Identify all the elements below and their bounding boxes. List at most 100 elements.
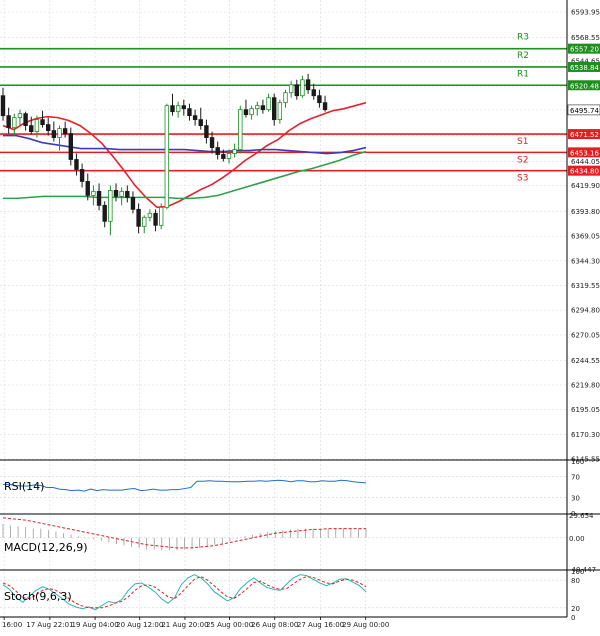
candle-body xyxy=(96,191,102,206)
candle-body xyxy=(12,117,17,129)
y-tick-label: 6270.05 xyxy=(571,331,600,339)
candle-body xyxy=(255,105,260,110)
candle-body xyxy=(181,105,186,110)
candle-body xyxy=(51,130,57,138)
y-tick-label: 6593.95 xyxy=(571,9,600,17)
level-value-s3: 6434.80 xyxy=(570,168,599,176)
y-tick-label: 6568.55 xyxy=(571,34,600,42)
candle-body xyxy=(198,119,203,127)
candle-body xyxy=(147,212,153,218)
macd-title: MACD(12,26,9) xyxy=(4,541,88,554)
stoch-tick-label: 20 xyxy=(571,605,580,613)
level-name-s2: S2 xyxy=(517,155,528,165)
stoch-tick-label: 80 xyxy=(571,577,580,585)
x-tick-label: 25 Aug 00:00 xyxy=(206,621,253,629)
y-tick-label: 6319.55 xyxy=(571,282,600,290)
rsi-title: RSI(14) xyxy=(4,480,44,493)
candle-body xyxy=(300,79,305,97)
candle-body xyxy=(305,79,311,91)
candle-body xyxy=(249,108,254,116)
stoch-tick-label: 0 xyxy=(571,614,575,622)
candle-body xyxy=(46,124,51,131)
y-tick-label: 6244.55 xyxy=(571,357,600,365)
x-tick-label: 26 Aug 08:00 xyxy=(251,621,298,629)
level-name-r3: R3 xyxy=(517,33,529,43)
x-tick-label: 19 Aug 04:00 xyxy=(71,621,118,629)
chart-background xyxy=(0,0,600,632)
candle-body xyxy=(29,125,34,132)
level-name-r2: R2 xyxy=(517,51,529,61)
candle-body xyxy=(317,95,322,104)
x-tick-label: 17 Aug 22:01 xyxy=(26,621,73,629)
y-tick-label: 6393.80 xyxy=(571,208,600,216)
stoch-tick-label: 100 xyxy=(571,568,584,576)
rsi-tick-label: 100 xyxy=(571,458,584,466)
candle-body xyxy=(243,109,249,116)
macd-tick-label: 29.654 xyxy=(569,512,594,520)
candle-body xyxy=(136,208,141,227)
candle-body xyxy=(57,128,62,138)
candle-body xyxy=(17,113,23,119)
candle-body xyxy=(215,147,220,155)
candle-body xyxy=(288,84,294,94)
candle-body xyxy=(175,105,181,113)
rsi-tick-label: 70 xyxy=(571,474,580,482)
candle-body xyxy=(266,97,271,111)
candle-body xyxy=(142,216,147,227)
candle-body xyxy=(79,169,85,182)
candle-body xyxy=(91,191,96,196)
y-tick-label: 6369.05 xyxy=(571,233,600,241)
x-tick-label: 27 Aug 16:00 xyxy=(297,621,344,629)
candle-body xyxy=(226,153,232,159)
candle-body xyxy=(311,89,316,97)
candle-body xyxy=(62,128,68,134)
chart-root: 6593.956568.556544.656519.356495.746470.… xyxy=(0,0,600,632)
candle-body xyxy=(192,115,198,121)
candle-body xyxy=(0,95,6,117)
y-tick-label: 6170.30 xyxy=(571,431,600,439)
candle-body xyxy=(238,109,243,150)
candle-body xyxy=(322,102,328,111)
y-tick-label: 6219.80 xyxy=(571,381,600,389)
level-value-r1: 6520.48 xyxy=(570,82,599,90)
candle-body xyxy=(260,105,266,111)
chart-canvas: 6593.956568.556544.656519.356495.746470.… xyxy=(0,0,600,632)
candle-body xyxy=(232,149,237,154)
level-name-s1: S1 xyxy=(517,137,528,147)
current-price-value: 6495.74 xyxy=(570,107,599,115)
candle-body xyxy=(271,97,277,121)
x-tick-label: 29 Aug 00:00 xyxy=(342,621,389,629)
macd-tick-label: 0.00 xyxy=(569,535,585,543)
candle-body xyxy=(85,181,90,196)
level-value-r3: 6557.20 xyxy=(570,46,599,54)
candle-body xyxy=(102,204,107,222)
candle-body xyxy=(277,102,283,121)
level-value-s1: 6471.52 xyxy=(570,131,599,139)
rsi-tick-label: 30 xyxy=(571,494,580,502)
level-value-r2: 6538.84 xyxy=(570,64,599,72)
candle-body xyxy=(209,137,215,148)
level-name-r1: R1 xyxy=(517,69,529,79)
candle-body xyxy=(153,212,158,226)
candle-body xyxy=(283,92,288,104)
y-tick-label: 6444.05 xyxy=(571,158,600,166)
candle-body xyxy=(34,119,40,132)
candle-body xyxy=(68,133,73,160)
x-tick-label: 16:00 xyxy=(2,621,22,629)
x-tick-label: 21 Aug 20:00 xyxy=(161,621,208,629)
candle-body xyxy=(40,119,45,126)
candle-body xyxy=(294,84,299,97)
level-value-s2: 6453.16 xyxy=(570,149,599,157)
candle-body xyxy=(23,113,28,127)
candle-body xyxy=(164,105,170,208)
y-tick-label: 6344.30 xyxy=(571,257,600,265)
candle-body xyxy=(130,196,136,210)
candle-body xyxy=(113,190,119,197)
candle-body xyxy=(158,206,164,226)
stoch-title: Stoch(9,6,3) xyxy=(4,590,72,603)
candle-body xyxy=(108,190,113,222)
candle-body xyxy=(119,191,124,197)
y-tick-label: 6419.90 xyxy=(571,182,600,190)
x-tick-label: 20 Aug 12:00 xyxy=(116,621,163,629)
candle-body xyxy=(187,108,192,117)
